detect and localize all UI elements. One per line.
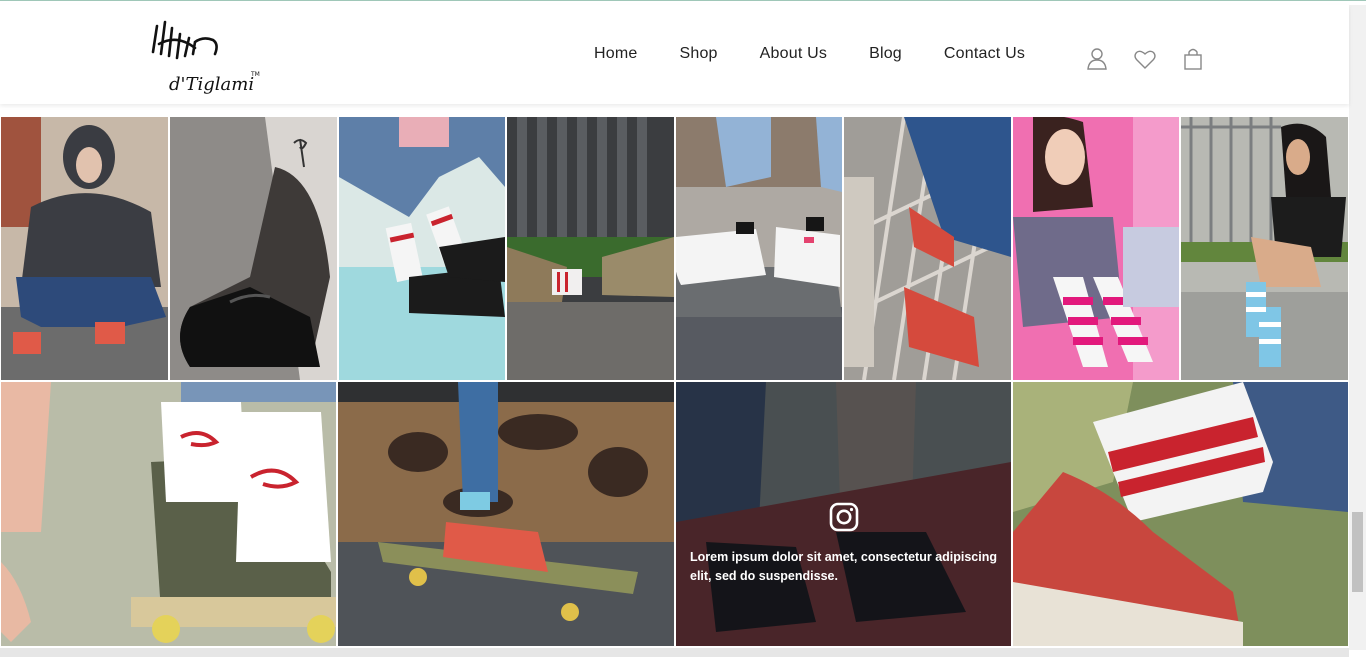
header-icons (1085, 47, 1205, 71)
gallery-photo-3[interactable] (339, 117, 505, 380)
nav-contact-us[interactable]: Contact Us (944, 45, 1025, 63)
nav-about-us[interactable]: About Us (760, 45, 827, 63)
page-scrollbar[interactable] (1349, 5, 1366, 650)
gallery-photo-2[interactable] (170, 117, 337, 380)
instagram-icon[interactable] (829, 502, 859, 532)
gallery-photo-7[interactable] (1013, 117, 1179, 380)
shopping-bag-icon[interactable] (1181, 47, 1205, 71)
gallery-photo-9[interactable] (1, 382, 336, 646)
heart-icon[interactable] (1133, 47, 1157, 71)
gallery-photo-10[interactable] (338, 382, 674, 646)
gallery-photo-5[interactable] (676, 117, 842, 380)
nav-home[interactable]: Home (594, 45, 637, 63)
gallery-photo-11[interactable]: Lorem ipsum dolor sit amet, consectetur … (676, 382, 1011, 646)
gallery-photo-12[interactable] (1013, 382, 1348, 646)
nav-shop[interactable]: Shop (679, 45, 717, 63)
gallery-photo-6[interactable] (844, 117, 1011, 380)
site-header: d'Tiglami TM Home Shop About Us Blog Con… (0, 5, 1349, 104)
gallery-photo-8[interactable] (1181, 117, 1348, 380)
bottom-bar (0, 648, 1349, 657)
user-icon[interactable] (1085, 47, 1109, 71)
nav-blog[interactable]: Blog (869, 45, 902, 63)
svg-text:d'Tiglami: d'Tiglami (169, 74, 254, 95)
gallery-hover-overlay: Lorem ipsum dolor sit amet, consectetur … (676, 382, 1011, 646)
scrollbar-thumb[interactable] (1352, 512, 1363, 592)
gallery-photo-4[interactable] (507, 117, 674, 380)
svg-text:TM: TM (250, 71, 260, 78)
overlay-caption: Lorem ipsum dolor sit amet, consectetur … (690, 550, 998, 583)
gallery-photo-1[interactable] (1, 117, 168, 380)
brand-logo[interactable]: d'Tiglami TM (147, 14, 263, 98)
main-nav: Home Shop About Us Blog Contact Us (594, 45, 1025, 63)
instagram-gallery: Lorem ipsum dolor sit amet, consectetur … (0, 117, 1349, 647)
